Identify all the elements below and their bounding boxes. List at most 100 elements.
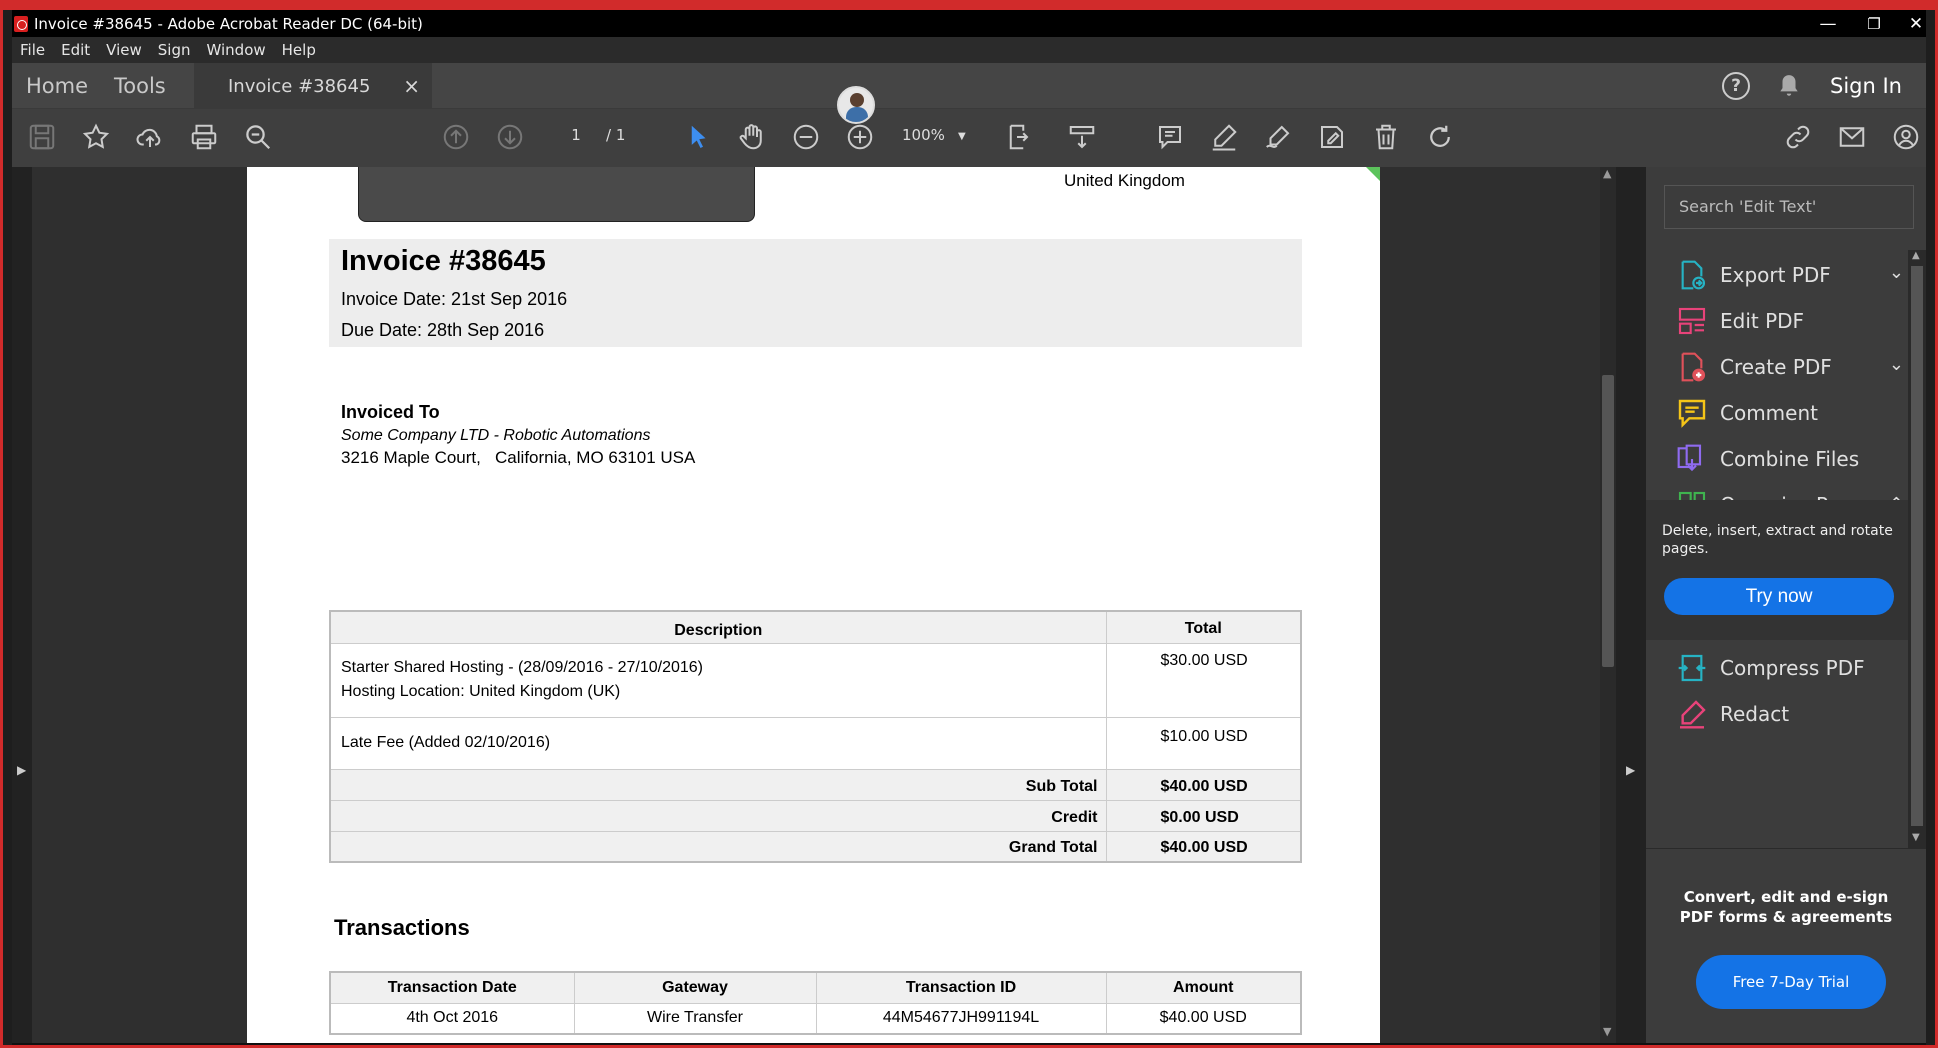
tx-amount-header: Amount — [1105, 971, 1302, 1004]
country-text: United Kingdom — [1064, 171, 1185, 190]
share-link-icon[interactable] — [1778, 117, 1818, 157]
close-tab-button[interactable]: × — [403, 74, 420, 98]
tab-document[interactable]: Invoice #38645 × — [194, 63, 432, 109]
document-scrollbar[interactable]: ▲ ▼ — [1600, 167, 1616, 1043]
tool-label: Combine Files — [1720, 447, 1860, 471]
free-trial-button[interactable]: Free 7-Day Trial — [1696, 955, 1886, 1009]
invoice-header-box: Invoice #38645 Invoice Date: 21st Sep 20… — [329, 239, 1302, 347]
print-icon[interactable] — [184, 117, 224, 157]
expand-left-pane-icon[interactable]: ▶ — [17, 763, 26, 777]
table-row: 4th Oct 2016 Wire Transfer 44M54677JH991… — [329, 1002, 1302, 1035]
try-now-button[interactable]: Try now — [1664, 578, 1894, 615]
item-description-cell: Starter Shared Hosting - (28/09/2016 - 2… — [329, 642, 1107, 718]
tab-home[interactable]: Home — [26, 63, 88, 109]
zoom-out-icon[interactable] — [786, 117, 826, 157]
tab-tools[interactable]: Tools — [114, 63, 166, 109]
fit-page-icon[interactable] — [1002, 117, 1042, 157]
help-icon[interactable]: ? — [1722, 72, 1750, 100]
chevron-down-icon[interactable]: ⌄ — [1889, 262, 1904, 283]
tab-bar: Home Tools Invoice #38645 × ? Sign In — [12, 63, 1926, 124]
tool-export-pdf[interactable]: Export PDF ⌄ — [1646, 252, 1918, 298]
scroll-up-icon[interactable]: ▲ — [1912, 250, 1920, 261]
sign-in-button[interactable]: Sign In — [1830, 63, 1902, 109]
chevron-down-icon[interactable]: ⌄ — [1889, 354, 1904, 375]
pdf-page: United Kingdom Invoice #38645 Invoice Da… — [247, 167, 1380, 1043]
menu-sign[interactable]: Sign — [150, 41, 199, 59]
edit-text-icon[interactable] — [1312, 117, 1352, 157]
select-cursor-icon[interactable] — [678, 117, 718, 157]
scroll-down-icon[interactable]: ▼ — [1603, 1025, 1611, 1038]
description-column-header: Description — [329, 610, 1107, 644]
table-row: Starter Shared Hosting - (28/09/2016 - 2… — [329, 642, 1302, 718]
menu-window[interactable]: Window — [199, 41, 274, 59]
item-description-cell: Late Fee (Added 02/10/2016) — [329, 716, 1107, 770]
menu-bar: File Edit View Sign Window Help — [12, 37, 1926, 63]
email-icon[interactable] — [1832, 117, 1872, 157]
next-page-icon[interactable] — [490, 117, 530, 157]
window-title: Invoice #38645 - Adobe Acrobat Reader DC… — [34, 14, 423, 33]
comment-icon[interactable] — [1150, 117, 1190, 157]
tools-pane-scrollbar[interactable]: ▲ ▼ — [1908, 250, 1926, 848]
organize-pages-promo: Delete, insert, extract and rotate pages… — [1646, 500, 1918, 640]
zoom-level-dropdown[interactable]: 100% — [902, 126, 945, 144]
hand-tool-icon[interactable] — [732, 117, 772, 157]
add-user-icon[interactable] — [1886, 117, 1926, 157]
previous-page-icon[interactable] — [436, 117, 476, 157]
scroll-mode-icon[interactable] — [1062, 117, 1102, 157]
page-number-input[interactable]: 1 — [560, 126, 592, 144]
invoice-items-table: Description Total Starter Shared Hosting… — [329, 610, 1302, 863]
tools-search-input[interactable]: Search 'Edit Text' — [1664, 185, 1914, 229]
invoiced-to-label: Invoiced To — [341, 402, 440, 422]
scroll-down-icon[interactable]: ▼ — [1912, 832, 1920, 843]
trial-promo-panel: Convert, edit and e-sign PDF forms & agr… — [1646, 848, 1926, 1043]
tool-label: Compress PDF — [1720, 656, 1865, 680]
acrobat-logo-icon — [14, 15, 28, 32]
item-total-cell: $30.00 USD — [1105, 642, 1302, 718]
search-zoom-icon[interactable] — [238, 117, 278, 157]
right-pane-gutter: ▶ — [1616, 167, 1646, 1043]
avatar[interactable] — [837, 86, 875, 124]
transactions-table: Transaction Date Gateway Transaction ID … — [329, 971, 1302, 1035]
scroll-up-icon[interactable]: ▲ — [1603, 167, 1611, 180]
tool-compress-pdf[interactable]: Compress PDF — [1646, 645, 1918, 691]
item-line: Hosting Location: United Kingdom (UK) — [341, 682, 621, 700]
sign-pen-icon[interactable] — [1258, 117, 1298, 157]
document-tab-label: Invoice #38645 — [228, 75, 371, 97]
trial-promo-text: Convert, edit and e-sign PDF forms & agr… — [1679, 888, 1893, 926]
tool-comment[interactable]: Comment — [1646, 390, 1918, 436]
scrollbar-thumb[interactable] — [1911, 266, 1923, 826]
menu-help[interactable]: Help — [274, 41, 324, 59]
totals-label: Sub Total — [329, 768, 1107, 801]
zoom-chevron-down-icon[interactable]: ▼ — [958, 131, 966, 142]
edit-pdf-icon — [1678, 307, 1706, 335]
bookmark-star-icon[interactable] — [76, 117, 116, 157]
export-pdf-icon — [1681, 260, 1706, 290]
menu-edit[interactable]: Edit — [53, 41, 98, 59]
tx-date-cell: 4th Oct 2016 — [329, 1002, 575, 1035]
tool-create-pdf[interactable]: Create PDF ⌄ — [1646, 344, 1918, 390]
collapse-right-pane-icon[interactable]: ▶ — [1626, 763, 1635, 777]
title-bar: Invoice #38645 - Adobe Acrobat Reader DC… — [12, 10, 1926, 37]
close-window-button[interactable]: ✕ — [1888, 10, 1938, 37]
tool-combine-files[interactable]: Combine Files — [1646, 436, 1918, 482]
tool-edit-pdf[interactable]: Edit PDF — [1646, 298, 1918, 344]
menu-view[interactable]: View — [98, 41, 150, 59]
company-logo-image — [358, 167, 755, 222]
tool-redact[interactable]: Redact — [1646, 691, 1918, 737]
totals-row: Grand Total $40.00 USD — [329, 830, 1302, 863]
tx-id-header: Transaction ID — [815, 971, 1107, 1004]
table-row: Late Fee (Added 02/10/2016) $10.00 USD — [329, 716, 1302, 770]
toolbar: 1 / 1 100% ▼ — [12, 109, 1926, 167]
highlight-pen-icon[interactable] — [1204, 117, 1244, 157]
comment-icon — [1678, 399, 1706, 428]
cloud-upload-icon[interactable] — [130, 117, 170, 157]
scrollbar-thumb[interactable] — [1602, 375, 1614, 667]
redact-icon — [1680, 700, 1706, 729]
menu-file[interactable]: File — [12, 41, 53, 59]
invoice-title: Invoice #38645 — [341, 245, 546, 277]
bell-icon[interactable] — [1776, 73, 1802, 103]
document-viewport[interactable]: United Kingdom Invoice #38645 Invoice Da… — [32, 167, 1600, 1043]
rotate-icon[interactable] — [1420, 117, 1460, 157]
save-icon[interactable] — [22, 117, 62, 157]
delete-trash-icon[interactable] — [1366, 117, 1406, 157]
